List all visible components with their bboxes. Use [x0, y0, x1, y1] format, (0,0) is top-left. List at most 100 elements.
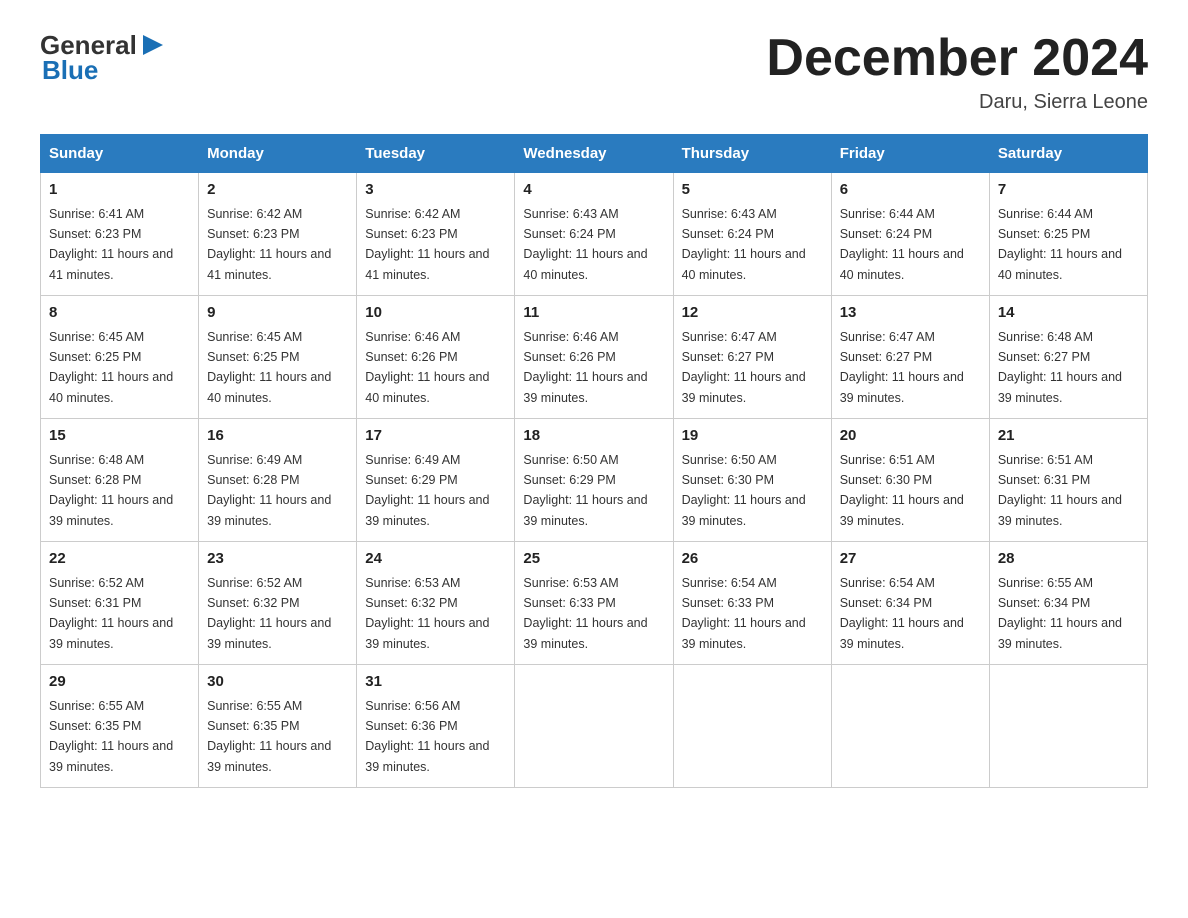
calendar-day-cell: 22 Sunrise: 6:52 AMSunset: 6:31 PMDaylig… — [41, 542, 199, 665]
calendar-day-cell: 17 Sunrise: 6:49 AMSunset: 6:29 PMDaylig… — [357, 419, 515, 542]
header-thursday: Thursday — [673, 135, 831, 173]
calendar-week-row: 1 Sunrise: 6:41 AMSunset: 6:23 PMDayligh… — [41, 173, 1148, 296]
day-number: 22 — [49, 548, 190, 571]
calendar-day-cell: 30 Sunrise: 6:55 AMSunset: 6:35 PMDaylig… — [199, 665, 357, 788]
day-info: Sunrise: 6:51 AMSunset: 6:31 PMDaylight:… — [998, 453, 1122, 528]
calendar-day-cell: 27 Sunrise: 6:54 AMSunset: 6:34 PMDaylig… — [831, 542, 989, 665]
day-info: Sunrise: 6:53 AMSunset: 6:32 PMDaylight:… — [365, 576, 489, 651]
day-number: 18 — [523, 425, 664, 448]
calendar-day-cell: 6 Sunrise: 6:44 AMSunset: 6:24 PMDayligh… — [831, 173, 989, 296]
day-number: 8 — [49, 302, 190, 325]
day-info: Sunrise: 6:44 AMSunset: 6:25 PMDaylight:… — [998, 207, 1122, 282]
day-number: 7 — [998, 179, 1139, 202]
day-number: 23 — [207, 548, 348, 571]
calendar-day-cell: 7 Sunrise: 6:44 AMSunset: 6:25 PMDayligh… — [989, 173, 1147, 296]
header-tuesday: Tuesday — [357, 135, 515, 173]
calendar-day-cell: 1 Sunrise: 6:41 AMSunset: 6:23 PMDayligh… — [41, 173, 199, 296]
calendar-day-cell: 23 Sunrise: 6:52 AMSunset: 6:32 PMDaylig… — [199, 542, 357, 665]
day-info: Sunrise: 6:42 AMSunset: 6:23 PMDaylight:… — [365, 207, 489, 282]
day-info: Sunrise: 6:54 AMSunset: 6:33 PMDaylight:… — [682, 576, 806, 651]
location: Daru, Sierra Leone — [766, 91, 1148, 114]
day-info: Sunrise: 6:45 AMSunset: 6:25 PMDaylight:… — [49, 330, 173, 405]
page-header: General Blue December 2024 Daru, Sierra … — [40, 30, 1148, 114]
day-number: 20 — [840, 425, 981, 448]
calendar-day-cell: 26 Sunrise: 6:54 AMSunset: 6:33 PMDaylig… — [673, 542, 831, 665]
calendar-day-cell: 4 Sunrise: 6:43 AMSunset: 6:24 PMDayligh… — [515, 173, 673, 296]
calendar-day-cell: 9 Sunrise: 6:45 AMSunset: 6:25 PMDayligh… — [199, 296, 357, 419]
day-info: Sunrise: 6:49 AMSunset: 6:29 PMDaylight:… — [365, 453, 489, 528]
day-info: Sunrise: 6:45 AMSunset: 6:25 PMDaylight:… — [207, 330, 331, 405]
day-info: Sunrise: 6:52 AMSunset: 6:32 PMDaylight:… — [207, 576, 331, 651]
calendar-week-row: 15 Sunrise: 6:48 AMSunset: 6:28 PMDaylig… — [41, 419, 1148, 542]
day-info: Sunrise: 6:43 AMSunset: 6:24 PMDaylight:… — [682, 207, 806, 282]
day-info: Sunrise: 6:43 AMSunset: 6:24 PMDaylight:… — [523, 207, 647, 282]
header-wednesday: Wednesday — [515, 135, 673, 173]
day-info: Sunrise: 6:42 AMSunset: 6:23 PMDaylight:… — [207, 207, 331, 282]
calendar-day-cell: 10 Sunrise: 6:46 AMSunset: 6:26 PMDaylig… — [357, 296, 515, 419]
day-number: 28 — [998, 548, 1139, 571]
day-number: 25 — [523, 548, 664, 571]
calendar-day-cell: 15 Sunrise: 6:48 AMSunset: 6:28 PMDaylig… — [41, 419, 199, 542]
calendar-day-cell: 25 Sunrise: 6:53 AMSunset: 6:33 PMDaylig… — [515, 542, 673, 665]
day-number: 1 — [49, 179, 190, 202]
calendar-day-cell: 3 Sunrise: 6:42 AMSunset: 6:23 PMDayligh… — [357, 173, 515, 296]
day-number: 17 — [365, 425, 506, 448]
calendar-week-row: 22 Sunrise: 6:52 AMSunset: 6:31 PMDaylig… — [41, 542, 1148, 665]
day-number: 19 — [682, 425, 823, 448]
day-number: 9 — [207, 302, 348, 325]
day-number: 6 — [840, 179, 981, 202]
day-info: Sunrise: 6:48 AMSunset: 6:28 PMDaylight:… — [49, 453, 173, 528]
calendar-week-row: 8 Sunrise: 6:45 AMSunset: 6:25 PMDayligh… — [41, 296, 1148, 419]
day-number: 11 — [523, 302, 664, 325]
day-info: Sunrise: 6:44 AMSunset: 6:24 PMDaylight:… — [840, 207, 964, 282]
day-number: 27 — [840, 548, 981, 571]
calendar-day-cell: 31 Sunrise: 6:56 AMSunset: 6:36 PMDaylig… — [357, 665, 515, 788]
calendar-day-cell: 28 Sunrise: 6:55 AMSunset: 6:34 PMDaylig… — [989, 542, 1147, 665]
day-number: 14 — [998, 302, 1139, 325]
day-number: 5 — [682, 179, 823, 202]
calendar-day-cell: 19 Sunrise: 6:50 AMSunset: 6:30 PMDaylig… — [673, 419, 831, 542]
day-number: 15 — [49, 425, 190, 448]
day-info: Sunrise: 6:51 AMSunset: 6:30 PMDaylight:… — [840, 453, 964, 528]
logo-blue-text: Blue — [42, 55, 98, 85]
calendar-day-cell: 12 Sunrise: 6:47 AMSunset: 6:27 PMDaylig… — [673, 296, 831, 419]
calendar-day-cell: 21 Sunrise: 6:51 AMSunset: 6:31 PMDaylig… — [989, 419, 1147, 542]
calendar-day-cell: 11 Sunrise: 6:46 AMSunset: 6:26 PMDaylig… — [515, 296, 673, 419]
day-number: 21 — [998, 425, 1139, 448]
logo-arrow-icon — [139, 31, 167, 59]
day-number: 4 — [523, 179, 664, 202]
header-saturday: Saturday — [989, 135, 1147, 173]
calendar-day-cell: 29 Sunrise: 6:55 AMSunset: 6:35 PMDaylig… — [41, 665, 199, 788]
day-number: 13 — [840, 302, 981, 325]
day-number: 30 — [207, 671, 348, 694]
calendar-day-cell — [673, 665, 831, 788]
title-area: December 2024 Daru, Sierra Leone — [766, 30, 1148, 114]
calendar-day-cell: 2 Sunrise: 6:42 AMSunset: 6:23 PMDayligh… — [199, 173, 357, 296]
calendar-day-cell: 16 Sunrise: 6:49 AMSunset: 6:28 PMDaylig… — [199, 419, 357, 542]
day-number: 10 — [365, 302, 506, 325]
day-info: Sunrise: 6:47 AMSunset: 6:27 PMDaylight:… — [840, 330, 964, 405]
day-number: 3 — [365, 179, 506, 202]
day-info: Sunrise: 6:52 AMSunset: 6:31 PMDaylight:… — [49, 576, 173, 651]
day-info: Sunrise: 6:50 AMSunset: 6:30 PMDaylight:… — [682, 453, 806, 528]
day-info: Sunrise: 6:55 AMSunset: 6:35 PMDaylight:… — [207, 699, 331, 774]
header-monday: Monday — [199, 135, 357, 173]
calendar-table: SundayMondayTuesdayWednesdayThursdayFrid… — [40, 134, 1148, 788]
calendar-day-cell — [515, 665, 673, 788]
calendar-day-cell — [989, 665, 1147, 788]
day-info: Sunrise: 6:49 AMSunset: 6:28 PMDaylight:… — [207, 453, 331, 528]
day-info: Sunrise: 6:56 AMSunset: 6:36 PMDaylight:… — [365, 699, 489, 774]
day-info: Sunrise: 6:50 AMSunset: 6:29 PMDaylight:… — [523, 453, 647, 528]
calendar-day-cell: 24 Sunrise: 6:53 AMSunset: 6:32 PMDaylig… — [357, 542, 515, 665]
day-info: Sunrise: 6:46 AMSunset: 6:26 PMDaylight:… — [365, 330, 489, 405]
day-info: Sunrise: 6:55 AMSunset: 6:35 PMDaylight:… — [49, 699, 173, 774]
day-number: 2 — [207, 179, 348, 202]
calendar-day-cell: 18 Sunrise: 6:50 AMSunset: 6:29 PMDaylig… — [515, 419, 673, 542]
calendar-day-cell — [831, 665, 989, 788]
day-number: 31 — [365, 671, 506, 694]
logo: General Blue — [40, 30, 167, 86]
day-info: Sunrise: 6:41 AMSunset: 6:23 PMDaylight:… — [49, 207, 173, 282]
day-info: Sunrise: 6:53 AMSunset: 6:33 PMDaylight:… — [523, 576, 647, 651]
header-sunday: Sunday — [41, 135, 199, 173]
day-info: Sunrise: 6:46 AMSunset: 6:26 PMDaylight:… — [523, 330, 647, 405]
